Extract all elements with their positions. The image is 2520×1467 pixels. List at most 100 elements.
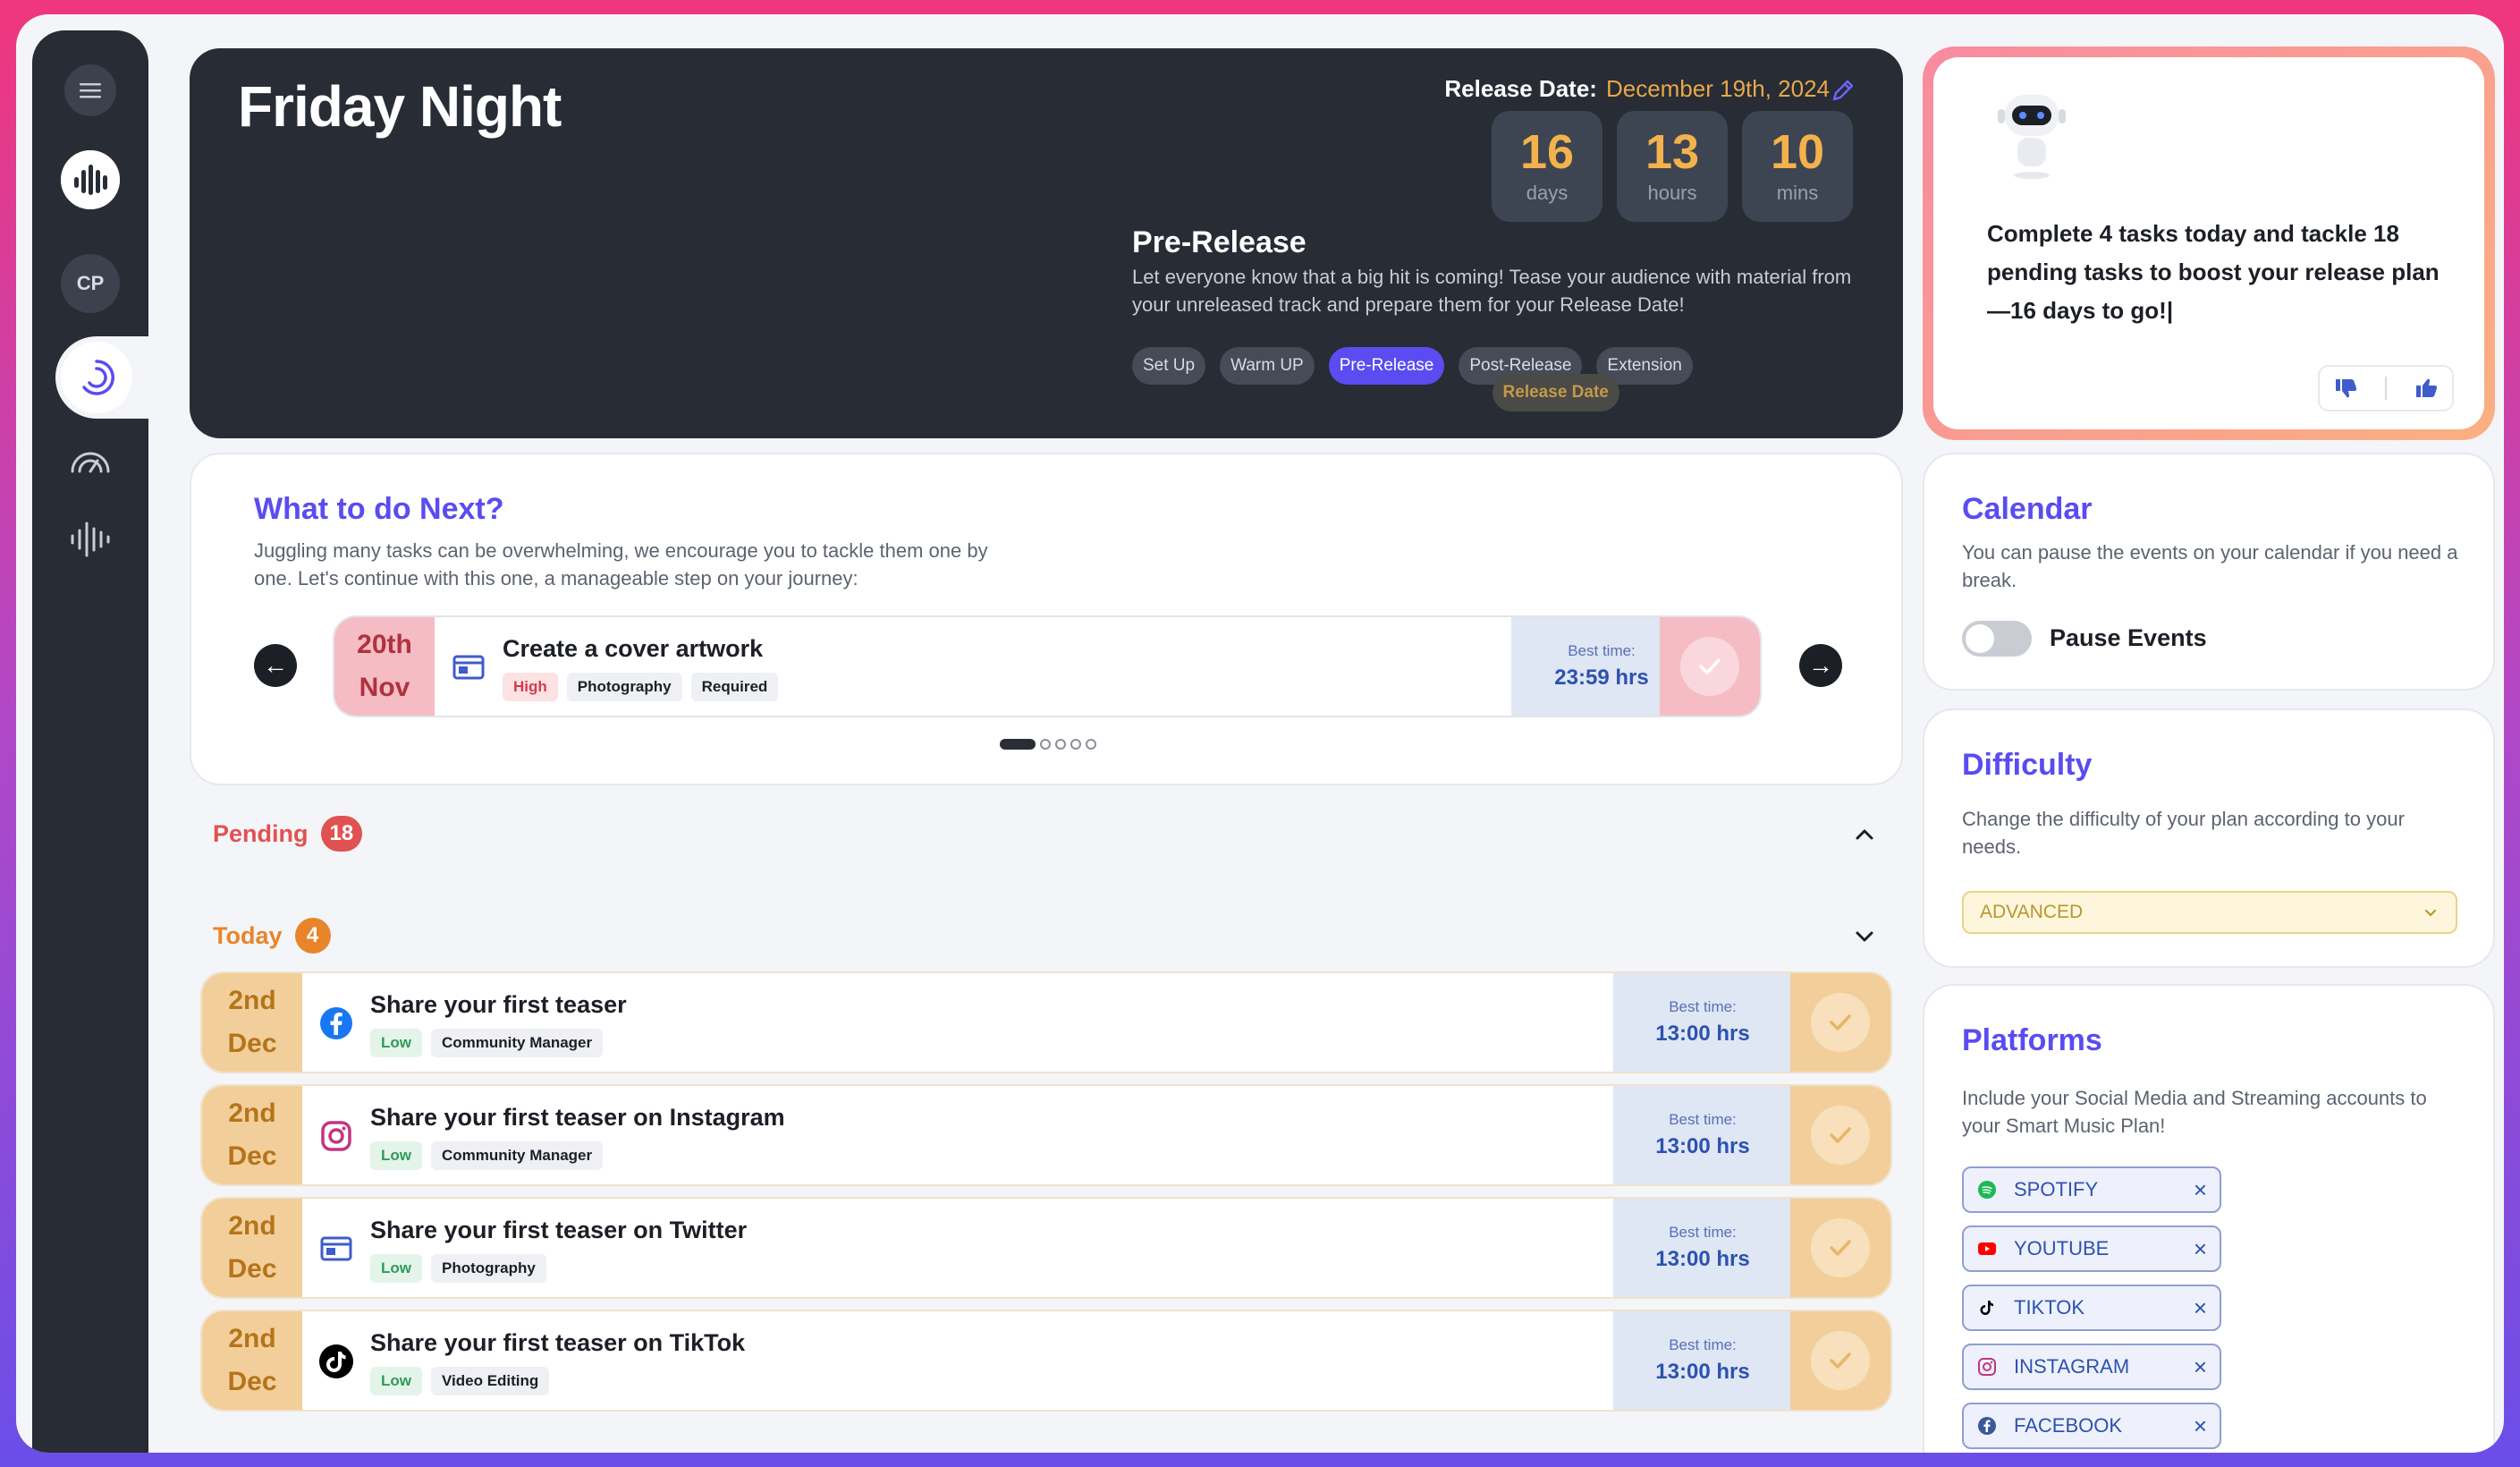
best-time: Best time: 13:00 hrs [1613, 1311, 1792, 1410]
carousel-dot[interactable] [1040, 739, 1051, 750]
task-title: Share your first teaser on TikTok [370, 1329, 746, 1356]
thumbs-down-icon[interactable] [2332, 375, 2359, 402]
phase-title: Pre-Release [1132, 225, 1307, 259]
best-time-value: 13:00 hrs [1655, 1134, 1750, 1158]
difficulty-title: Difficulty [1962, 748, 2093, 782]
task-day: 2nd [228, 1211, 276, 1241]
complete-task-button[interactable] [1790, 1086, 1890, 1184]
carousel-dot[interactable] [1070, 739, 1081, 750]
spiral-plan-icon [82, 360, 114, 395]
best-time: Best time: 13:00 hrs [1613, 973, 1792, 1072]
sidebar: CP [32, 30, 172, 1453]
remove-icon[interactable]: × [2194, 1235, 2207, 1263]
task-row[interactable]: 2nd Dec Share your first teaser on Instag… [200, 1084, 1892, 1186]
task-tags: Low Photography [370, 1254, 546, 1283]
complete-task-button[interactable] [1660, 617, 1760, 716]
app-frame: CP Friday Night Release Date: December 1… [16, 14, 2504, 1453]
remove-icon[interactable]: × [2194, 1353, 2207, 1381]
carousel-dot-active[interactable] [1000, 739, 1036, 750]
difficulty-select[interactable]: ADVANCED [1962, 891, 2457, 934]
nav-item-plan[interactable] [55, 336, 172, 419]
task-day: 2nd [228, 986, 276, 1015]
release-date-label: Release Date: [1444, 75, 1597, 102]
complete-task-button[interactable] [1790, 1199, 1890, 1297]
pending-section-header[interactable]: Pending 18 [213, 816, 363, 852]
nav-item-audio[interactable] [61, 510, 120, 569]
release-date: Release Date: December 19th, 2024 [1444, 75, 1830, 103]
arrow-left-icon: ← [263, 651, 288, 679]
thumbs-up-icon[interactable] [2413, 375, 2440, 402]
task-day: 20th [357, 630, 412, 659]
today-section-header[interactable]: Today 4 [213, 918, 331, 954]
next-description: Juggling many tasks can be overwhelming,… [254, 539, 988, 589]
assistant-message: Complete 4 tasks today and tackle 18 pen… [1987, 220, 2440, 324]
gauge-icon [71, 452, 110, 473]
countdown-days: 16 days [1492, 111, 1602, 222]
menu-button[interactable] [64, 64, 116, 116]
task-row[interactable]: 2nd Dec Share your first teaser on TikTok… [200, 1310, 1892, 1412]
countdown-unit: hours [1647, 182, 1697, 204]
best-time: Best time: 13:00 hrs [1613, 1086, 1792, 1184]
complete-task-button[interactable] [1790, 1311, 1890, 1410]
today-count-badge: 4 [294, 918, 331, 954]
best-time-label: Best time: [1669, 1336, 1737, 1353]
checkmark-icon [1699, 658, 1721, 674]
carousel-next-button[interactable]: → [1799, 644, 1842, 687]
pending-label: Pending [213, 819, 309, 847]
phase-chip-prerelease[interactable]: Pre-Release [1328, 347, 1445, 385]
carousel-dot[interactable] [1086, 739, 1096, 750]
next-title: What to do Next? [254, 492, 504, 526]
platforms-description: Include your Social Media and Streaming … [1962, 1087, 2427, 1137]
pause-events-toggle[interactable] [1962, 621, 2032, 657]
task-date: 20th Nov [334, 617, 435, 716]
next-task-item[interactable]: 20th Nov Create a cover artwork High Phot… [333, 615, 1762, 717]
difficulty-card: Difficulty Change the difficulty of your… [1923, 708, 2495, 968]
task-tags: Low Video Editing [370, 1367, 550, 1395]
best-time-label: Best time: [1669, 998, 1737, 1015]
pause-events-label: Pause Events [2050, 624, 2207, 651]
best-time-value: 13:00 hrs [1655, 1247, 1750, 1271]
category-tag: Photography [431, 1254, 546, 1283]
countdown-value: 10 [1770, 125, 1825, 179]
phase-chip-setup[interactable]: Set Up [1132, 347, 1206, 385]
platform-chip-instagram[interactable]: INSTAGRAM × [1962, 1344, 2221, 1390]
category-tag: Community Manager [431, 1141, 604, 1170]
task-tags: High Photography Required [503, 673, 779, 701]
task-date: 2nd Dec [202, 973, 302, 1072]
task-title: Share your first teaser on Twitter [370, 1217, 748, 1243]
task-title: Share your first teaser [370, 991, 627, 1018]
platform-chip-spotify[interactable]: SPOTIFY × [1962, 1166, 2221, 1213]
best-time-value: 23:59 hrs [1554, 666, 1649, 690]
chevron-up-icon[interactable] [1851, 821, 1878, 848]
difficulty-description: Change the difficulty of your plan accor… [1962, 808, 2405, 858]
complete-task-button[interactable] [1790, 973, 1890, 1072]
phase-description: Let everyone know that a big hit is comi… [1132, 266, 1852, 316]
task-month: Nov [359, 673, 410, 702]
task-row[interactable]: 2nd Dec Share your first teaser on Twitte… [200, 1197, 1892, 1299]
remove-icon[interactable]: × [2194, 1176, 2207, 1204]
hamburger-icon [80, 83, 101, 98]
carousel-dot[interactable] [1055, 739, 1066, 750]
platform-chip-youtube[interactable]: YOUTUBE × [1962, 1225, 2221, 1272]
task-date: 2nd Dec [202, 1311, 302, 1410]
phase-chip-warmup[interactable]: Warm UP [1220, 347, 1315, 385]
carousel-prev-button[interactable]: ← [254, 644, 297, 687]
platform-chip-tiktok[interactable]: TIKTOK × [1962, 1285, 2221, 1331]
task-tags: Low Community Manager [370, 1029, 604, 1057]
phase-chip-releasedate[interactable]: Release Date [1492, 374, 1619, 411]
feedback-buttons [2318, 365, 2454, 411]
task-row[interactable]: 2nd Dec Share your first teaser Low Commun… [200, 971, 1892, 1073]
chevron-down-icon[interactable] [1851, 923, 1878, 950]
task-month: Dec [227, 1254, 277, 1284]
platform-chip-facebook[interactable]: FACEBOOK × [1962, 1403, 2221, 1449]
remove-icon[interactable]: × [2194, 1294, 2207, 1322]
remove-icon[interactable]: × [2194, 1412, 2207, 1440]
task-month: Dec [227, 1141, 277, 1171]
user-avatar[interactable]: CP [61, 254, 120, 313]
instagram-icon [1978, 1358, 1996, 1376]
nav-item-analytics[interactable] [61, 431, 120, 490]
edit-pencil-icon[interactable] [1828, 75, 1858, 106]
best-time-label: Best time: [1669, 1224, 1737, 1241]
robot-icon [1998, 95, 2066, 179]
app-logo[interactable] [61, 150, 120, 209]
